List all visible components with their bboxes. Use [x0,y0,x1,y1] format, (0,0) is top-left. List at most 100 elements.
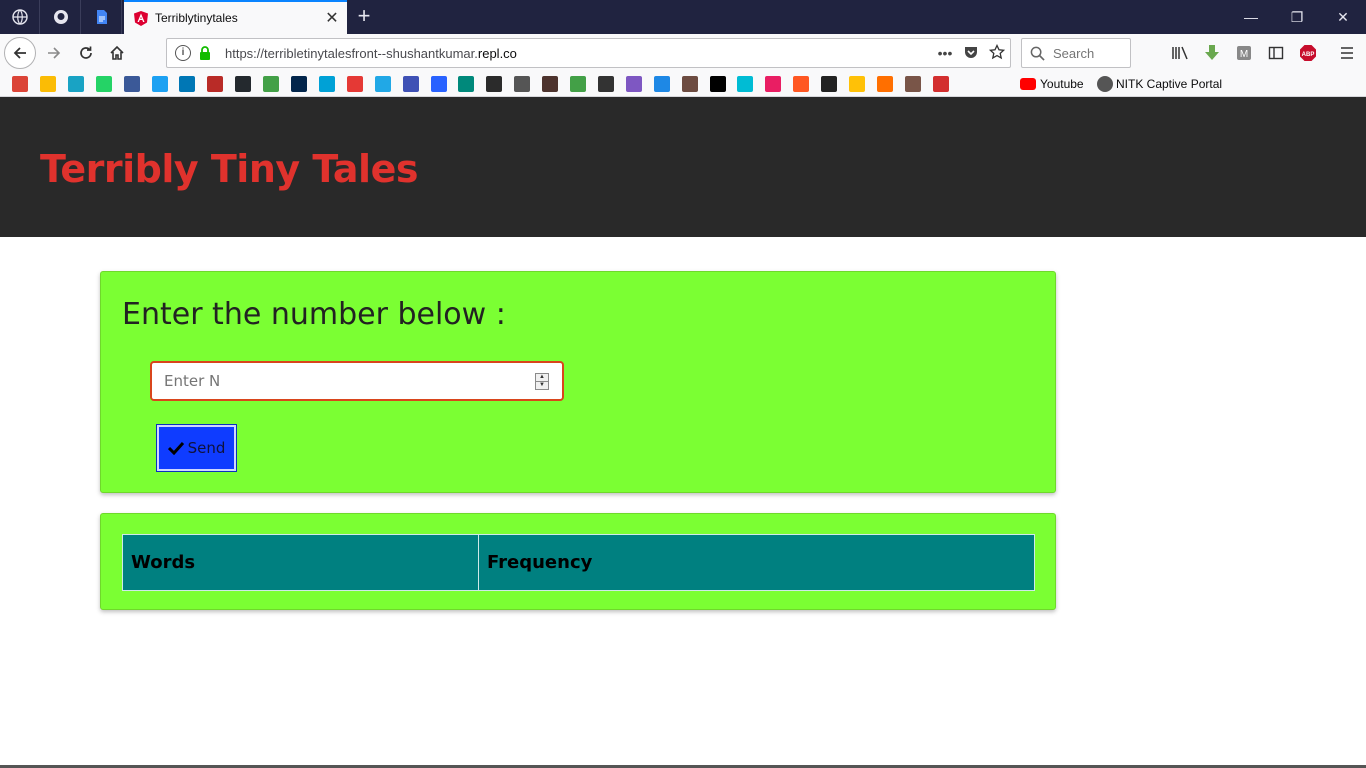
bookmark-icon[interactable] [263,76,279,92]
tab-terriblytinytales[interactable]: Terriblytinytales ✕ [124,0,347,34]
stepper-up-icon[interactable]: ▲ [536,374,548,382]
close-window-button[interactable]: ✕ [1320,0,1366,34]
document-icon [96,10,107,24]
bookmark-icon[interactable] [207,76,223,92]
adblock-icon[interactable]: ABP [1298,43,1318,63]
number-input[interactable] [164,372,524,390]
bookmark-star-icon[interactable] [984,43,1010,63]
bookmark-icon[interactable] [319,76,335,92]
bookmark-icon[interactable] [124,76,140,92]
globe-icon [11,9,28,25]
bookmark-icon[interactable] [68,76,84,92]
search-box[interactable] [1021,38,1131,68]
table-header-row: Words Frequency [122,534,1035,591]
search-input[interactable] [1053,45,1123,61]
bookmark-icon[interactable] [347,76,363,92]
bookmark-icon[interactable] [737,76,753,92]
bookmark-icon[interactable] [570,76,586,92]
header-words: Words [122,534,479,591]
menu-icon[interactable] [1337,43,1357,63]
number-stepper[interactable]: ▲ ▼ [535,373,549,390]
bookmark-icon[interactable] [514,76,530,92]
stepper-down-icon[interactable]: ▼ [536,382,548,390]
bookmarks-bar: Youtube NITK Captive Portal [0,72,1366,97]
url-text[interactable]: https://terribletinytalesfront--shushant… [225,46,932,61]
bookmark-icon[interactable] [235,76,251,92]
github-icon [53,10,68,24]
home-icon [110,45,124,60]
bookmark-icon[interactable] [598,76,614,92]
bookmark-icon[interactable] [542,76,558,92]
extension-m-icon[interactable]: M [1234,43,1254,63]
bookmark-icon[interactable] [179,76,195,92]
url-domain: repl.co [477,45,517,61]
pinned-tab-globe[interactable] [0,0,40,34]
reload-icon [80,46,92,59]
bookmark-icon[interactable] [765,76,781,92]
site-header: Terribly Tiny Tales [0,97,1366,237]
bookmark-icon[interactable] [821,76,837,92]
bookmark-icon[interactable] [291,76,307,92]
pocket-icon[interactable] [958,44,984,63]
number-input-wrapper: ▲ ▼ [150,361,564,401]
bookmark-icon[interactable] [40,76,56,92]
globe-icon[interactable] [1097,76,1113,92]
browser-tab-bar: Terriblytinytales ✕ + — ❐ ✕ [0,0,1366,34]
search-icon [1030,46,1045,61]
bookmark-icon[interactable] [849,76,865,92]
youtube-icon[interactable] [1020,78,1036,90]
download-helper-icon[interactable] [1202,43,1222,63]
send-button-label: Send [187,439,226,457]
library-icon[interactable] [1170,43,1190,63]
bookmark-icon[interactable] [877,76,893,92]
lock-icon[interactable] [197,45,213,61]
site-title: Terribly Tiny Tales [40,147,418,191]
bookmark-icon[interactable] [682,76,698,92]
navigation-bar: i https://terribletinytalesfront--shusha… [0,34,1366,72]
svg-text:ABP: ABP [1302,52,1315,58]
new-tab-button[interactable]: + [352,4,376,28]
frequency-table: Words Frequency [122,534,1035,591]
header-frequency: Frequency [478,534,1035,591]
bookmark-icon[interactable] [654,76,670,92]
tab-title: Terriblytinytales [155,11,238,25]
pinned-tab-docs[interactable] [82,0,122,34]
bookmark-icon[interactable] [933,76,949,92]
svg-text:M: M [1240,49,1248,60]
bookmark-icon[interactable] [905,76,921,92]
back-button[interactable] [4,37,36,69]
url-bar[interactable]: i https://terribletinytalesfront--shusha… [166,38,1011,68]
bookmark-icon[interactable] [626,76,642,92]
bookmark-icon[interactable] [458,76,474,92]
forward-button[interactable] [40,39,68,67]
page-actions-icon[interactable]: ••• [932,45,958,61]
bookmark-icon[interactable] [375,76,391,92]
bookmark-icon[interactable] [96,76,112,92]
url-path: https://terribletinytalesfront--shushant… [225,45,478,61]
send-button[interactable]: Send [156,424,237,472]
bookmark-icon[interactable] [486,76,502,92]
bookmark-nitk-label[interactable]: NITK Captive Portal [1116,76,1222,92]
angular-icon [134,10,148,26]
bookmark-icon[interactable] [793,76,809,92]
bookmark-youtube-label[interactable]: Youtube [1040,76,1084,92]
bookmark-icon[interactable] [710,76,726,92]
check-icon [167,441,184,455]
results-card: Words Frequency [100,513,1056,610]
restore-button[interactable]: ❐ [1274,0,1320,34]
home-button[interactable] [103,39,131,67]
sidebar-icon[interactable] [1266,43,1286,63]
minimize-button[interactable]: — [1228,0,1274,34]
arrow-right-icon [48,47,61,59]
bookmark-icon[interactable] [431,76,447,92]
reload-button[interactable] [72,39,100,67]
bookmark-icon[interactable] [152,76,168,92]
arrow-left-icon [13,47,26,59]
prompt-heading: Enter the number below : [122,297,506,332]
tab-close-icon[interactable]: ✕ [317,8,347,28]
bookmark-icon[interactable] [403,76,419,92]
bookmark-icon[interactable] [12,76,28,92]
pinned-tab-github[interactable] [41,0,81,34]
input-card: Enter the number below : ▲ ▼ Send [100,271,1056,493]
info-icon[interactable]: i [175,45,191,61]
